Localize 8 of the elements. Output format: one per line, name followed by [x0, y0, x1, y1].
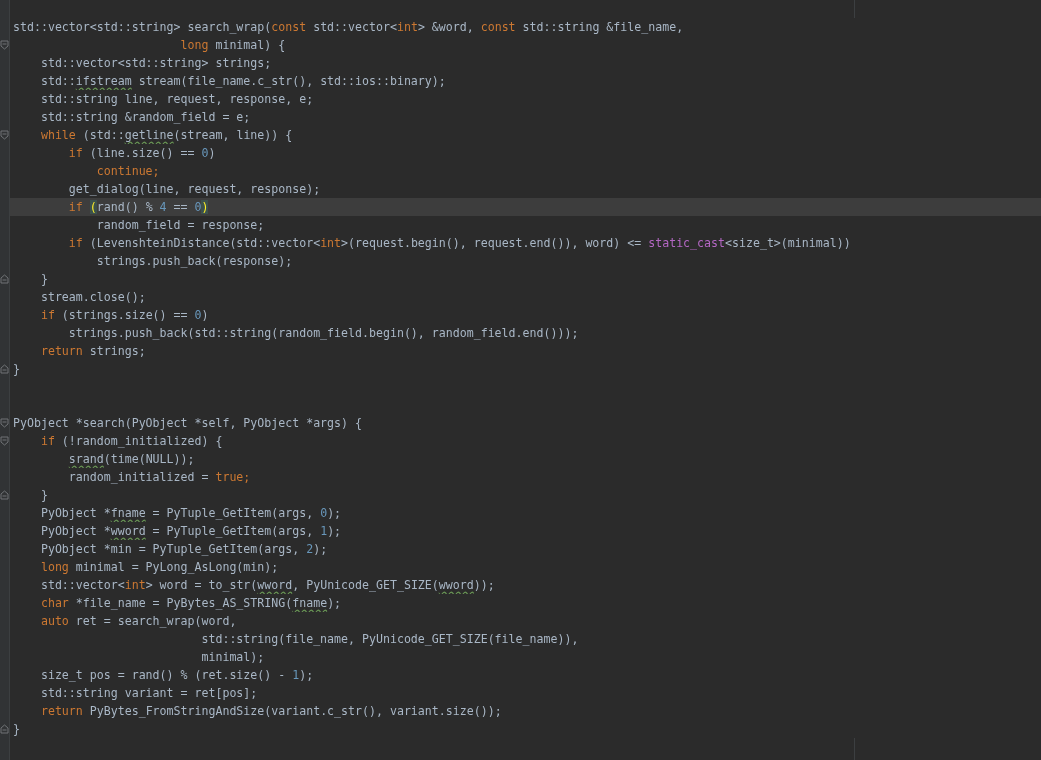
fold-marker-icon[interactable] [0, 724, 9, 734]
fold-marker-icon[interactable] [0, 274, 9, 284]
fold-marker-icon[interactable] [0, 436, 9, 446]
fold-marker-icon[interactable] [0, 130, 9, 140]
fold-marker-icon[interactable] [0, 490, 9, 500]
fold-marker-icon[interactable] [0, 40, 9, 50]
fold-marker-icon[interactable] [0, 418, 9, 428]
fold-marker-icon[interactable] [0, 364, 9, 374]
